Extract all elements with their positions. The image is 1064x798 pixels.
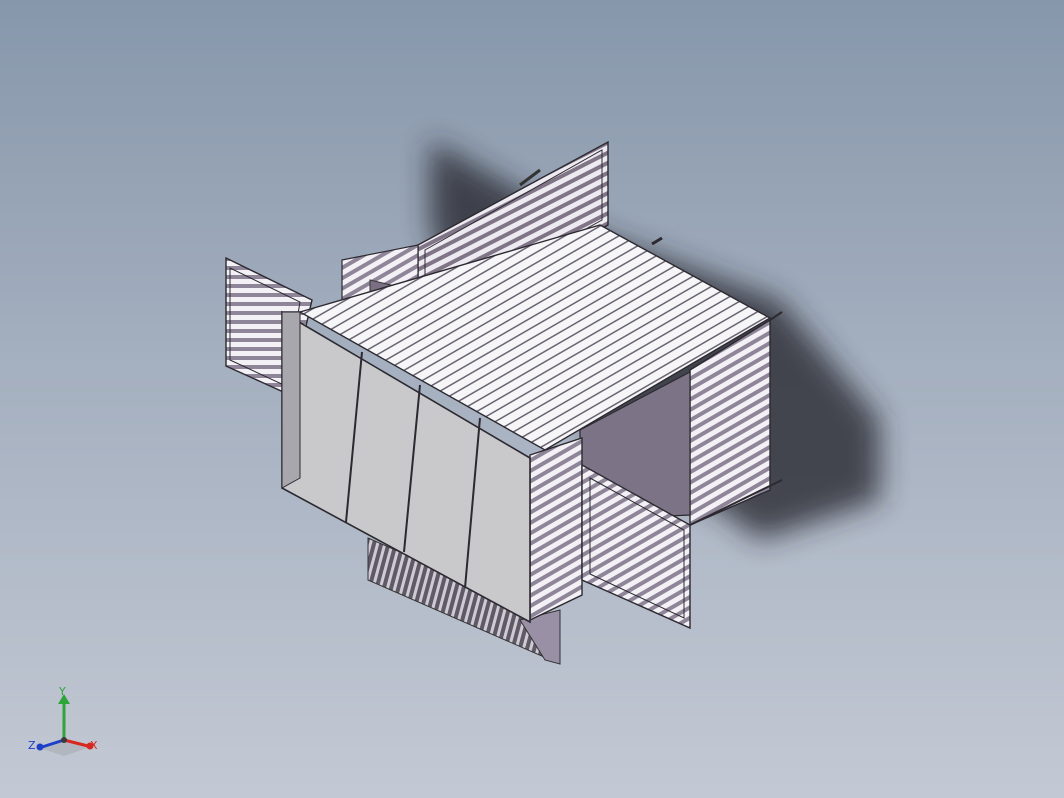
z-axis-label: Z (28, 739, 36, 752)
x-axis-label: X (90, 739, 98, 752)
axis-triad: Y X Z (24, 684, 104, 756)
z-arrow-icon (36, 743, 44, 751)
triad-origin (61, 737, 67, 743)
model-canvas[interactable] (0, 0, 1064, 798)
graphics-viewport[interactable]: Y X Z (0, 0, 1064, 798)
y-axis-label: Y (59, 685, 66, 698)
front-right-wall (529, 437, 583, 622)
